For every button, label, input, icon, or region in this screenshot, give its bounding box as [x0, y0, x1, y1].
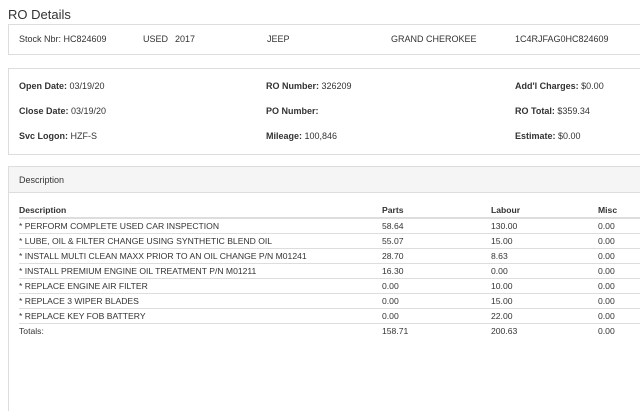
po-number-field: PO Number:	[266, 106, 319, 116]
addl-charges-field: Add'l Charges: $0.00	[515, 81, 604, 91]
svc-logon-value: HZF-S	[70, 131, 98, 141]
row-parts: 0.00	[382, 293, 491, 309]
table-row: * INSTALL MULTI CLEAN MAXX PRIOR TO AN O…	[19, 248, 640, 264]
table-row: * INSTALL PREMIUM ENGINE OIL TREATMENT P…	[19, 263, 640, 279]
vehicle-condition: USED	[143, 34, 169, 44]
estimate-label: Estimate:	[515, 131, 556, 141]
vehicle-panel: Stock Nbr: HC824609 USED 2017 JEEP GRAND…	[8, 24, 640, 55]
row-labour: 130.00	[491, 218, 598, 234]
row-description: * INSTALL PREMIUM ENGINE OIL TREATMENT P…	[19, 263, 382, 279]
ro-number-label: RO Number:	[266, 81, 320, 91]
mileage-label: Mileage:	[266, 131, 303, 141]
po-number-label: PO Number:	[266, 106, 319, 116]
row-parts: 28.70	[382, 248, 491, 264]
ro-total-label: RO Total:	[515, 106, 555, 116]
close-date-field: Close Date: 03/19/20	[19, 106, 106, 116]
row-labour: 10.00	[491, 278, 598, 294]
totals-labour: 200.63	[491, 325, 518, 336]
row-labour: 8.63	[491, 248, 598, 264]
row-parts: 16.30	[382, 263, 491, 279]
row-misc: 0.00	[598, 218, 640, 234]
open-date-value: 03/19/20	[69, 81, 105, 91]
stock-number: Stock Nbr: HC824609	[19, 34, 107, 44]
ro-number-field: RO Number: 326209	[266, 81, 352, 91]
close-date-value: 03/19/20	[71, 106, 107, 116]
row-parts: 55.07	[382, 233, 491, 249]
open-date-field: Open Date: 03/19/20	[19, 81, 105, 91]
row-description: * INSTALL MULTI CLEAN MAXX PRIOR TO AN O…	[19, 248, 382, 264]
column-header-misc: Misc	[598, 203, 640, 219]
mileage-field: Mileage: 100,846	[266, 131, 337, 141]
table-row: * LUBE, OIL & FILTER CHANGE USING SYNTHE…	[19, 233, 640, 249]
row-labour: 22.00	[491, 308, 598, 324]
totals-parts: 158.71	[382, 325, 409, 336]
totals-label: Totals:	[19, 325, 44, 336]
description-panel-heading: Description	[19, 175, 65, 185]
addl-charges-value: $0.00	[581, 81, 604, 91]
table-row: * REPLACE KEY FOB BATTERY 0.00 22.00 0.0…	[19, 308, 640, 324]
addl-charges-label: Add'l Charges:	[515, 81, 579, 91]
svc-logon-label: Svc Logon:	[19, 131, 68, 141]
totals-row: Totals: 158.71 200.63 0.00	[19, 323, 640, 338]
totals-misc: 0.00	[598, 325, 615, 336]
line-items-table: Description Parts Labour Misc * PERFORM …	[19, 203, 640, 338]
table-row: * REPLACE 3 WIPER BLADES 0.00 15.00 0.00	[19, 293, 640, 309]
column-header-labour: Labour	[491, 203, 598, 219]
vehicle-model: GRAND CHEROKEE	[391, 34, 477, 44]
ro-total-field: RO Total: $359.34	[515, 106, 590, 116]
row-description: * LUBE, OIL & FILTER CHANGE USING SYNTHE…	[19, 233, 382, 249]
row-parts: 0.00	[382, 278, 491, 294]
row-misc: 0.00	[598, 278, 640, 294]
mileage-value: 100,846	[304, 131, 338, 141]
description-panel: Description Description Parts Labour Mis…	[8, 166, 640, 411]
row-parts: 0.00	[382, 308, 491, 324]
estimate-field: Estimate: $0.00	[515, 131, 581, 141]
row-misc: 0.00	[598, 233, 640, 249]
row-description: * PERFORM COMPLETE USED CAR INSPECTION	[19, 218, 382, 234]
vehicle-year: 2017	[175, 34, 196, 44]
row-misc: 0.00	[598, 248, 640, 264]
table-header-row: Description Parts Labour Misc	[19, 203, 640, 219]
close-date-label: Close Date:	[19, 106, 69, 116]
row-description: * REPLACE KEY FOB BATTERY	[19, 308, 382, 324]
vehicle-vin: 1C4RJFAG0HC824609	[515, 34, 609, 44]
column-header-parts: Parts	[382, 203, 491, 219]
ro-number-value: 326209	[321, 81, 352, 91]
row-parts: 58.64	[382, 218, 491, 234]
estimate-value: $0.00	[558, 131, 581, 141]
row-labour: 15.00	[491, 233, 598, 249]
description-panel-header: Description	[9, 167, 640, 193]
ro-total-value: $359.34	[557, 106, 590, 116]
open-date-label: Open Date:	[19, 81, 68, 91]
page-title: RO Details	[8, 7, 71, 22]
row-labour: 15.00	[491, 293, 598, 309]
row-misc: 0.00	[598, 293, 640, 309]
vehicle-make: JEEP	[267, 34, 290, 44]
table-row: * REPLACE ENGINE AIR FILTER 0.00 10.00 0…	[19, 278, 640, 294]
row-description: * REPLACE 3 WIPER BLADES	[19, 293, 382, 309]
row-misc: 0.00	[598, 308, 640, 324]
column-header-description: Description	[19, 203, 382, 219]
table-row: * PERFORM COMPLETE USED CAR INSPECTION 5…	[19, 218, 640, 234]
row-misc: 0.00	[598, 263, 640, 279]
svc-logon-field: Svc Logon: HZF-S	[19, 131, 97, 141]
row-labour: 0.00	[491, 263, 598, 279]
row-description: * REPLACE ENGINE AIR FILTER	[19, 278, 382, 294]
ro-info-panel: Open Date: 03/19/20 Close Date: 03/19/20…	[8, 68, 640, 155]
